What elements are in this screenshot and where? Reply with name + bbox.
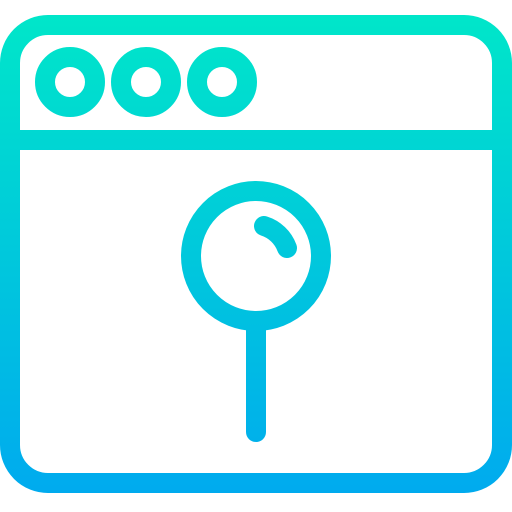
window-dot (111, 47, 181, 117)
icon-canvas (0, 0, 512, 512)
browser-window-pin-icon (0, 15, 512, 493)
window-controls (35, 47, 257, 117)
pin-icon (181, 181, 331, 442)
window-dot (187, 47, 257, 117)
pin-head (181, 181, 331, 331)
window-dot (35, 47, 105, 117)
pin-highlight (254, 216, 297, 258)
